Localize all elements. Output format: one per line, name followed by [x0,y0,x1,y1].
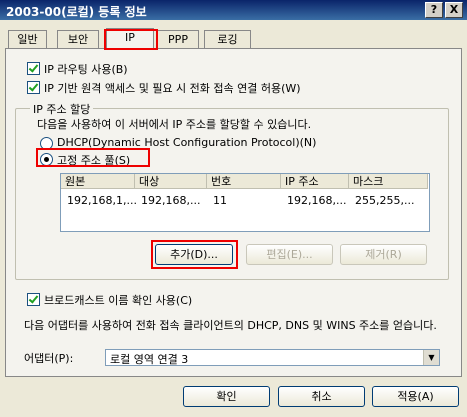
cell-mask: 255,255,... [355,194,415,207]
highlight-add-button [151,240,238,269]
window-title: 2003-00(로컬) 등록 정보 [6,5,147,19]
cell-end: 192,168,... [141,194,201,207]
ip-assignment-description: 다음을 사용하여 이 서버에서 IP 주소를 할당할 수 있습니다. [37,118,312,131]
title-bar: 2003-00(로컬) 등록 정보 ? X [0,0,467,20]
ip-assignment-group-label: IP 주소 할당 [30,101,94,117]
tab-logging[interactable]: 로깅 [204,30,251,49]
edit-button[interactable]: 편집(E)... [246,244,333,265]
cell-number: 11 [213,194,227,207]
cell-start: 192,168,1,... [67,194,137,207]
cancel-button[interactable]: 취소 [278,386,365,407]
chevron-down-icon[interactable]: ▼ [423,350,439,365]
highlight-static-pool [36,148,150,167]
help-button[interactable]: ? [425,2,443,18]
ip-routing-label: IP 라우팅 사용(B) [44,63,128,76]
tab-security[interactable]: 보안 [57,30,99,49]
column-header-end[interactable]: 대상 [135,174,207,189]
broadcast-label: 브로드캐스트 이름 확인 사용(C) [44,294,193,307]
broadcast-checkbox[interactable] [27,293,40,306]
address-pool-table[interactable]: 원본 대상 번호 IP 주소 마스크 192,168,1,... 192,168… [60,173,430,232]
adapter-value: 로컬 영역 연결 3 [110,353,189,366]
adapter-description: 다음 어댑터를 사용하여 전화 접속 클라이언트의 DHCP, DNS 및 WI… [24,319,437,332]
close-button[interactable]: X [445,2,463,18]
column-header-mask[interactable]: 마스크 [349,174,428,189]
column-header-ip[interactable]: IP 주소 [281,174,349,189]
remove-button[interactable]: 제거(R) [340,244,427,265]
ip-routing-checkbox[interactable] [27,62,40,75]
highlight-ip-tab [104,29,158,50]
tab-general[interactable]: 일반 [8,30,47,49]
adapter-label: 어댑터(P): [24,352,74,365]
column-header-start[interactable]: 원본 [61,174,135,189]
column-header-number[interactable]: 번호 [207,174,281,189]
cell-ip: 192,168,... [287,194,347,207]
ok-button[interactable]: 확인 [183,386,270,407]
ip-remote-access-label: IP 기반 원격 액세스 및 필요 시 전화 접속 연결 허용(W) [44,82,301,95]
ip-remote-access-checkbox[interactable] [27,81,40,94]
apply-button[interactable]: 적용(A) [372,386,459,407]
adapter-select[interactable]: 로컬 영역 연결 3 ▼ [105,349,440,366]
tab-ppp[interactable]: PPP [157,30,199,49]
